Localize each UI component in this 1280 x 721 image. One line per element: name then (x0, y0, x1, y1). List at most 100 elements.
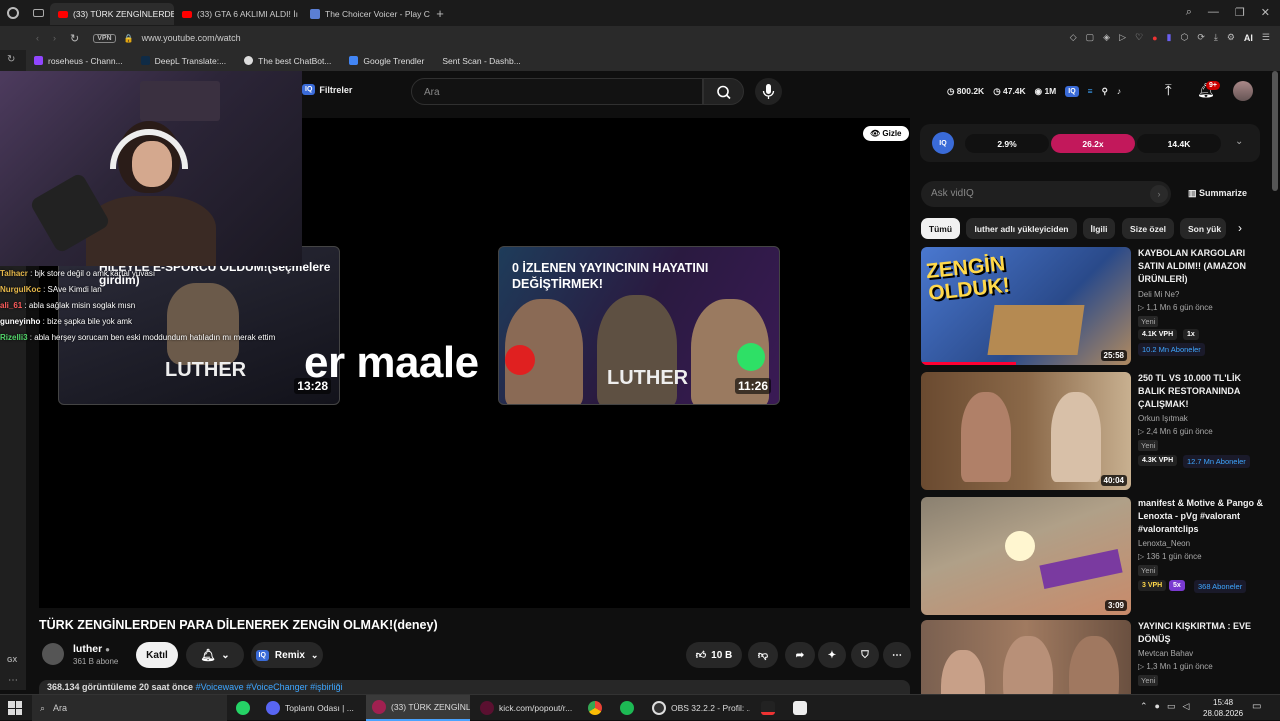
page-scrollbar[interactable] (1272, 71, 1278, 191)
filters-button[interactable]: IQ Filtreler (302, 84, 352, 95)
join-button[interactable]: Katıl (136, 642, 178, 668)
rec-title[interactable]: KAYBOLAN KARGOLARI SATIN ALDIM!! (AMAZON… (1138, 247, 1264, 286)
vidiq-expand-icon[interactable]: ⌄ (1235, 136, 1243, 147)
bookmark-roseheus[interactable]: roseheus - Chann... (34, 56, 123, 66)
recommendation-item[interactable]: 3:09 manifest & Motive & Pango & Lenoxta… (921, 497, 1264, 615)
vpn-badge[interactable]: VPN (93, 33, 116, 43)
rec-thumbnail[interactable]: 3:09 (921, 497, 1131, 615)
trend-icon[interactable]: ⚲ (1102, 86, 1108, 97)
taskbar-spotify[interactable] (614, 695, 640, 721)
bookmark-sent-scan[interactable]: Sent Scan - Dashb... (442, 56, 520, 66)
save-button[interactable]: ⛉ (851, 642, 879, 668)
ask-send-icon[interactable]: › (1150, 185, 1168, 203)
chip-from-uploader[interactable]: luther adlı yükleyiciden (966, 218, 1077, 239)
minimize-icon[interactable]: — (1208, 6, 1219, 19)
bookmark-chatbot[interactable]: The best ChatBot... (244, 56, 331, 66)
ask-vidiq-input[interactable]: Ask vidIQ (921, 181, 1171, 207)
bookmark-google-trends[interactable]: Google Trendler (349, 56, 424, 66)
rec-channel[interactable]: Mevtcan Bahav (1138, 649, 1193, 658)
tab-sidebar-icon[interactable] (26, 0, 50, 26)
vidiq-pill-outlier[interactable]: 26.2x (1051, 134, 1135, 153)
snapshot-icon[interactable]: ▢ (1086, 32, 1095, 43)
avatar[interactable] (1233, 81, 1253, 101)
ask-button[interactable]: ✦ (818, 642, 846, 668)
settings-icon[interactable]: ⚙ (1227, 32, 1235, 43)
taskbar-discord[interactable]: Toplantı Odası | ... (260, 695, 360, 721)
bookmark-deepl[interactable]: DeepL Translate:... (140, 56, 226, 66)
search-input[interactable]: Ara (411, 78, 703, 105)
taskbar-search[interactable]: ⌕ Ara (32, 695, 227, 721)
tab-turk-zenginlerden[interactable]: (33) TÜRK ZENGİNLERDEN (50, 3, 174, 25)
chips-next-icon[interactable]: › (1238, 221, 1242, 235)
new-tab-button[interactable]: + (430, 6, 450, 21)
bell-small-icon[interactable]: ♪ (1117, 86, 1121, 96)
browser-logo-icon[interactable] (0, 0, 26, 26)
vidiq-ext-icon[interactable]: ▮ (1167, 32, 1172, 43)
tab-choicer-voicer[interactable]: The Choicer Voicer - Play C (302, 3, 430, 25)
network-icon[interactable]: ▭ (1167, 701, 1176, 712)
summarize-button[interactable]: ▥ Summarize (1188, 188, 1247, 199)
url-field[interactable]: www.youtube.com/watch (142, 33, 241, 43)
tab-gta6[interactable]: (33) GTA 6 AKLIMI ALDI! İı (174, 3, 302, 25)
chip-related[interactable]: İlgili (1083, 218, 1115, 239)
sidebar-refresh-icon[interactable]: ↻ (7, 54, 15, 65)
restore-icon[interactable]: ❐ (1235, 6, 1245, 19)
close-icon[interactable]: ✕ (1261, 6, 1270, 19)
search-tabs-icon[interactable]: ⌕ (1186, 6, 1192, 19)
rec-channel[interactable]: Deli Mi Ne? (1138, 290, 1179, 299)
upload-icon[interactable]: ⤒ (1165, 82, 1172, 99)
list-icon[interactable]: ≡ (1088, 86, 1093, 96)
start-button[interactable] (8, 701, 22, 715)
reload-icon[interactable]: ↻ (70, 32, 79, 45)
search-button[interactable] (703, 78, 744, 105)
chip-recently-uploaded[interactable]: Son yük (1180, 218, 1226, 239)
taskbar-app-red[interactable] (755, 695, 781, 721)
ai-button[interactable]: AI (1244, 33, 1253, 43)
rec-title[interactable]: YAYINCI KIŞKIRTMA : EVE DÖNÜŞ (1138, 620, 1261, 646)
subscribed-bell-button[interactable]: 🔔︎ ⌄ (186, 642, 244, 668)
hide-button[interactable]: 👁︎ Gizle (863, 126, 909, 141)
like-button[interactable]: 👍︎ 10 B (686, 642, 742, 668)
mic-tray-icon[interactable]: ● (1155, 701, 1160, 712)
sidebar-more-icon[interactable]: ⋯ (8, 675, 18, 686)
dislike-button[interactable]: 👎︎ (748, 642, 778, 668)
taskbar-obs[interactable]: OBS 32.2.2 - Profil: ... (646, 695, 750, 721)
taskbar-whatsapp[interactable] (230, 695, 256, 721)
vidiq-pill-engagement[interactable]: 2.9% (965, 134, 1049, 153)
vidiq-icon[interactable]: IQ (1065, 85, 1079, 97)
end-screen-video-2[interactable]: 0 İZLENEN YAYINCININ HAYATINI DEĞİŞTİRME… (498, 246, 780, 405)
volume-icon[interactable]: ◁ (1183, 701, 1190, 712)
taskbar-chrome[interactable] (582, 695, 608, 721)
rec-title[interactable]: 250 TL VS 10.000 TL'LİK BALIK RESTORANIN… (1138, 372, 1264, 411)
more-actions-button[interactable]: ⋯ (883, 642, 911, 668)
chevron-up-icon[interactable]: ⌃ (1140, 701, 1148, 712)
bookmark-icon[interactable]: ◇ (1070, 32, 1077, 43)
taskbar-capcut[interactable] (787, 695, 813, 721)
clock[interactable]: 15:48 28.08.2026 (1203, 697, 1243, 719)
extension-icon[interactable]: ⬡ (1180, 32, 1188, 43)
adblock-icon[interactable]: ● (1152, 33, 1157, 43)
recommendation-item[interactable]: ZENGİN OLDUK! 25:58 KAYBOLAN KARGOLARI S… (921, 247, 1261, 365)
description-tags[interactable]: #Voicewave #VoiceChanger #işbirliği (193, 682, 343, 692)
menu-icon[interactable]: ☰ (1262, 32, 1270, 43)
rec-thumbnail[interactable]: ZENGİN OLDUK! 25:58 (921, 247, 1131, 365)
rec-channel[interactable]: Orkun Işıtmak (1138, 414, 1188, 423)
recommendation-item[interactable]: YAYINCI KIŞKIRTMA : EVE DÖNÜŞ Mevtcan Ba… (921, 620, 1261, 694)
vidiq-pill-vph[interactable]: 14.4K (1137, 134, 1221, 153)
voice-search-button[interactable] (755, 78, 782, 105)
remix-button[interactable]: IQ Remix ⌄ (251, 642, 323, 668)
rec-thumbnail[interactable] (921, 620, 1131, 694)
heart-icon[interactable]: ♡ (1135, 32, 1143, 43)
chip-for-you[interactable]: Size özel (1122, 218, 1174, 239)
taskbar-browser[interactable]: (33) TÜRK ZENGİNL... (366, 695, 470, 721)
notification-center-icon[interactable]: ▭ (1252, 701, 1261, 712)
rec-thumbnail[interactable]: 40:04 (921, 372, 1131, 490)
back-icon[interactable]: ‹ (36, 33, 39, 43)
rec-channel[interactable]: Lenoxta_Neon (1138, 539, 1190, 548)
channel-avatar[interactable] (42, 643, 64, 665)
description-box[interactable]: 368.134 görüntüleme 20 saat önce #Voicew… (39, 680, 910, 694)
rec-title[interactable]: manifest & Motive & Pango & Lenoxta - pV… (1138, 497, 1264, 536)
taskbar-kick[interactable]: kick.com/popout/r... (474, 695, 578, 721)
forward-icon[interactable]: › (53, 33, 56, 43)
download-icon[interactable]: ⤓ (1214, 32, 1218, 43)
